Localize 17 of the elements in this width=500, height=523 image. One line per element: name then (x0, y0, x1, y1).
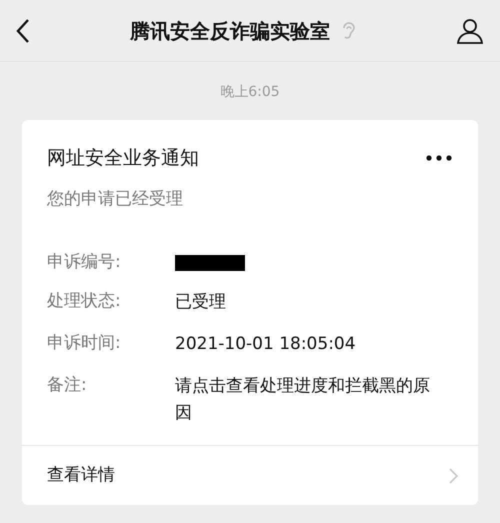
message-time: 晚上6:05 (220, 83, 280, 102)
chat-title: 腾讯安全反诈骗实验室 (130, 18, 330, 44)
field-label: 申诉编号: (47, 251, 122, 274)
field-value: 已受理 (175, 291, 227, 314)
field-label: 申诉时间: (47, 332, 122, 355)
card-subtitle: 您的申请已经受理 (46, 188, 184, 210)
field-label: 备注: (47, 374, 88, 397)
field-value: 2021-10-01 18:05:04 (175, 333, 357, 356)
field-value: 请点击查看处理进度和拦截黑的原因 (175, 375, 431, 425)
ear-icon (342, 20, 356, 40)
more-icon[interactable] (426, 155, 452, 162)
back-icon[interactable] (16, 18, 30, 44)
card-title: 网址安全业务通知 (47, 146, 200, 171)
redaction-bar (175, 255, 245, 271)
view-details-link[interactable]: 查看详情 (47, 462, 449, 488)
field-label: 处理状态: (47, 290, 122, 313)
profile-icon[interactable] (456, 16, 484, 44)
